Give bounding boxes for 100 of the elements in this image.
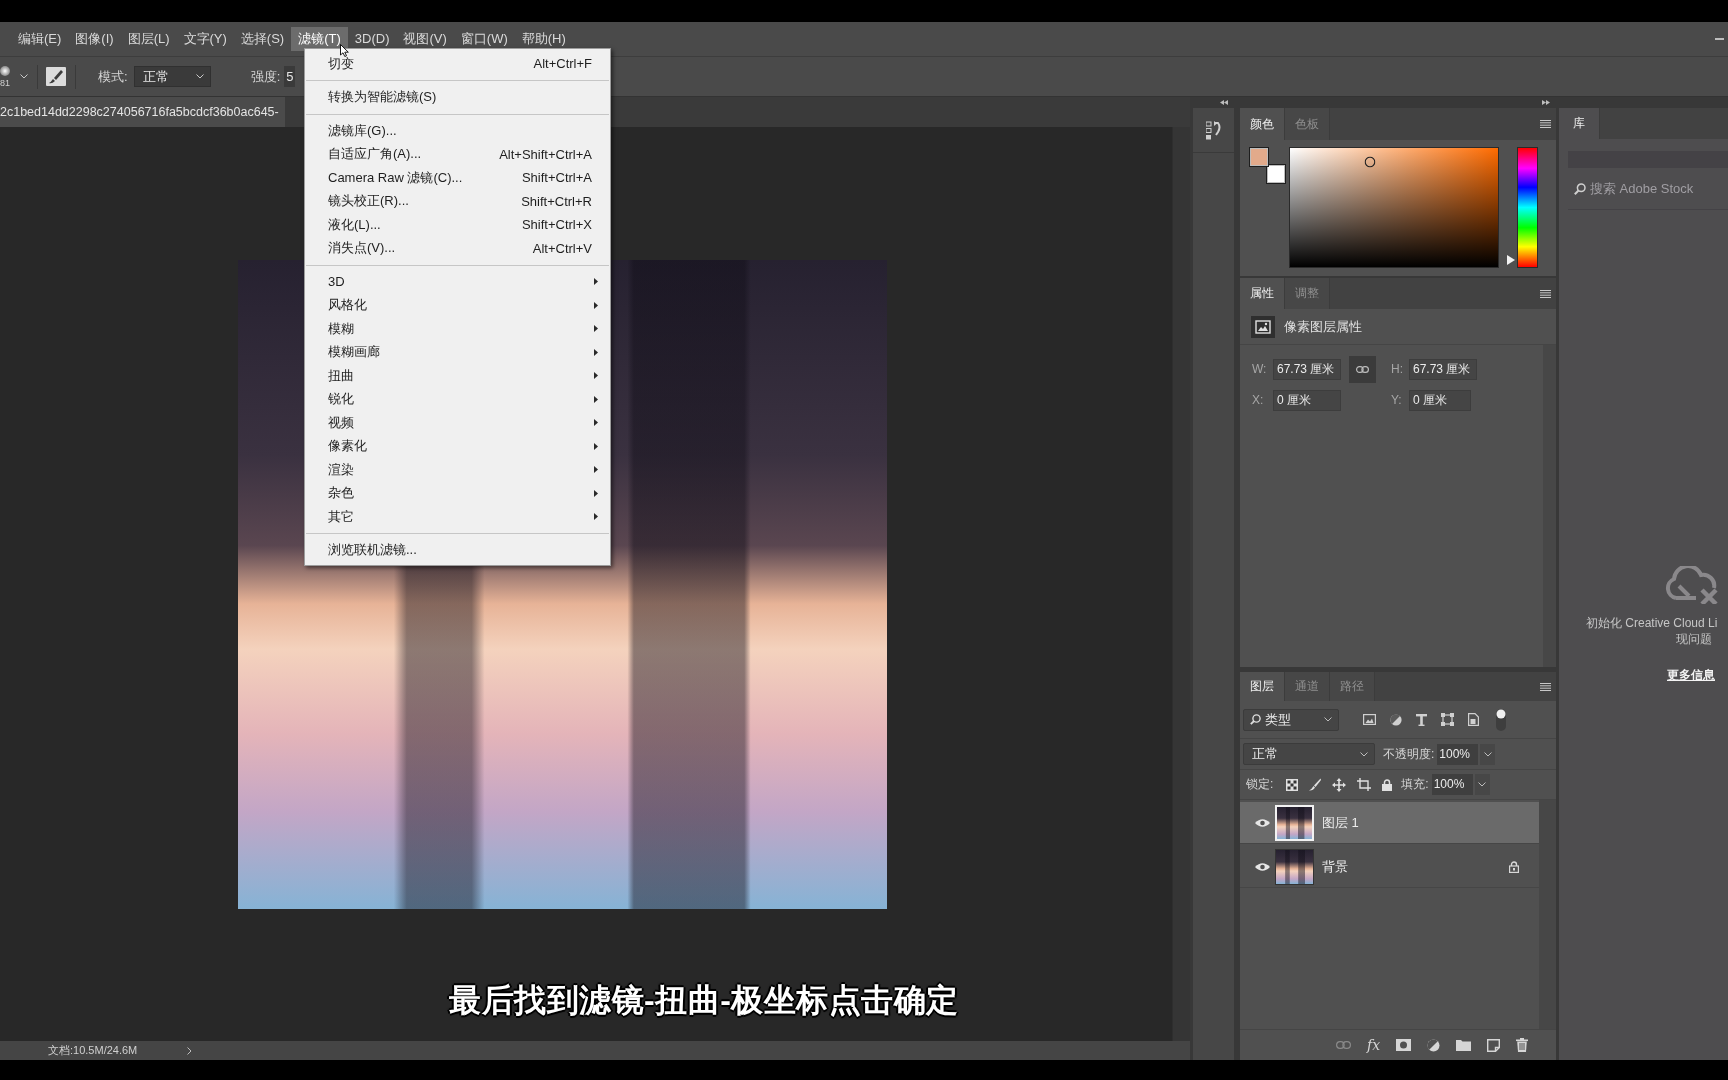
- scroll-track[interactable]: [1172, 127, 1190, 1041]
- layer-row[interactable]: 背景: [1240, 846, 1539, 888]
- menu-item[interactable]: 模糊画廊: [305, 340, 610, 364]
- history-icon[interactable]: [1206, 120, 1221, 140]
- foreground-color-swatch[interactable]: [1249, 147, 1269, 167]
- layer-name: 图层 1: [1322, 813, 1359, 832]
- search-field[interactable]: 搜索 Adobe Stock: [1568, 168, 1728, 210]
- shape-icon[interactable]: [1441, 713, 1454, 726]
- panel-tab[interactable]: 颜色: [1240, 108, 1285, 140]
- panel-menu-icon[interactable]: [1540, 289, 1551, 298]
- brush-tip-icon[interactable]: [0, 65, 10, 76]
- document-tab[interactable]: 2c1bed14dd2298c274056716fa5bcdcf36b0ac645-: [0, 97, 285, 127]
- link-dimensions-button[interactable]: [1349, 355, 1376, 383]
- eye-icon[interactable]: [1255, 817, 1270, 828]
- menu-bar-item[interactable]: 编辑(E): [11, 27, 69, 51]
- trash-icon[interactable]: [1516, 1038, 1529, 1052]
- menu-item[interactable]: 其它: [305, 505, 610, 529]
- menu-bar-item[interactable]: 图层(L): [120, 27, 177, 51]
- contrast-icon[interactable]: [1427, 1038, 1441, 1052]
- strength-field[interactable]: 5: [284, 66, 296, 87]
- panel-menu-icon[interactable]: [1540, 682, 1551, 691]
- menu-item[interactable]: 锐化: [305, 387, 610, 411]
- menu-item[interactable]: Camera Raw 滤镜(C)... Shift+Ctrl+A: [305, 166, 610, 190]
- panel-tab[interactable]: 库: [1559, 108, 1600, 139]
- blend-mode-dropdown[interactable]: 正常: [1243, 743, 1375, 765]
- submenu-arrow-icon: [594, 419, 598, 427]
- text-icon[interactable]: [1416, 713, 1427, 726]
- menu-item[interactable]: 扭曲: [305, 364, 610, 388]
- chevron-icon[interactable]: [187, 1046, 193, 1055]
- hue-slider-thumb[interactable]: [1507, 254, 1515, 265]
- menu-item[interactable]: 渲染: [305, 458, 610, 482]
- opacity-label: 不透明度:: [1383, 745, 1435, 763]
- submenu-arrow-icon: [594, 513, 598, 521]
- menu-item[interactable]: 3D: [305, 270, 610, 294]
- fill-field[interactable]: 100%: [1431, 774, 1473, 795]
- submenu-arrow-icon: [594, 325, 598, 333]
- menu-item[interactable]: 消失点(V)... Alt+Ctrl+V: [305, 236, 610, 260]
- brush-icon[interactable]: [1309, 778, 1322, 791]
- toggle-switch-icon[interactable]: [1496, 708, 1506, 731]
- dimension-field[interactable]: 0 厘米: [1273, 389, 1341, 411]
- menu-item[interactable]: 切变 Alt+Ctrl+F: [305, 52, 610, 76]
- menu-item[interactable]: 转换为智能滤镜(S): [305, 85, 610, 109]
- chevron-icon[interactable]: [20, 74, 28, 79]
- menu-bar-item[interactable]: 窗口(W): [453, 27, 515, 51]
- menu-bar-item[interactable]: 视图(V): [396, 27, 454, 51]
- menu-bar-item[interactable]: 3D(D): [347, 27, 397, 51]
- mask-icon[interactable]: [1396, 1039, 1412, 1051]
- color-field[interactable]: [1289, 147, 1499, 268]
- hue-slider[interactable]: [1507, 147, 1538, 268]
- page-icon[interactable]: [1487, 1038, 1501, 1052]
- menu-item[interactable]: 模糊: [305, 317, 610, 341]
- menu-item[interactable]: 液化(L)... Shift+Ctrl+X: [305, 213, 610, 237]
- menu-item[interactable]: 自适应广角(A)... Alt+Shift+Ctrl+A: [305, 142, 610, 166]
- message-text: 现问题: [1676, 631, 1712, 647]
- layer-row[interactable]: 图层 1: [1240, 802, 1539, 844]
- mouse-pointer-icon: [340, 44, 349, 57]
- move-icon[interactable]: [1332, 777, 1347, 792]
- menu-bar-item[interactable]: 滤镜(T): [291, 27, 348, 51]
- background-color-swatch[interactable]: [1266, 164, 1286, 184]
- menu-bar-item[interactable]: 图像(I): [68, 27, 121, 51]
- crop-icon[interactable]: [1357, 778, 1372, 791]
- dimension-field[interactable]: 67.73 厘米: [1409, 358, 1477, 380]
- message-text: 初始化 Creative Cloud Li: [1586, 615, 1718, 631]
- chevron-icon: [1360, 751, 1368, 757]
- menu-item[interactable]: 滤镜库(G)...: [305, 119, 610, 143]
- layer-filter-dropdown[interactable]: 类型: [1243, 708, 1339, 731]
- document-icon[interactable]: [1468, 713, 1479, 726]
- eye-icon[interactable]: [1255, 861, 1270, 872]
- folder-icon[interactable]: [1456, 1039, 1472, 1051]
- menu-bar-item[interactable]: 帮助(H): [514, 27, 573, 51]
- scroll-track[interactable]: [1539, 800, 1556, 1029]
- layer-style-button[interactable]: fx: [1367, 1037, 1381, 1053]
- menu-item[interactable]: 像素化: [305, 434, 610, 458]
- mode-dropdown[interactable]: 正常: [133, 66, 211, 87]
- menu-item[interactable]: 风格化: [305, 293, 610, 317]
- dimension-field[interactable]: 0 厘米: [1409, 389, 1471, 411]
- submenu-arrow-icon: [594, 466, 598, 474]
- lock-icon[interactable]: [1382, 778, 1393, 791]
- collapse-icon[interactable]: [1220, 100, 1228, 105]
- brush-icon[interactable]: [46, 67, 66, 86]
- chevron-icon: [195, 74, 204, 79]
- picker-ring-icon[interactable]: [1364, 156, 1376, 168]
- panel-tab[interactable]: 属性: [1240, 278, 1285, 309]
- dimension-field[interactable]: 67.73 厘米: [1273, 358, 1341, 380]
- menu-item[interactable]: 杂色: [305, 481, 610, 505]
- menu-bar-item[interactable]: 文字(Y): [176, 27, 234, 51]
- menu-item[interactable]: 镜头校正(R)... Shift+Ctrl+R: [305, 189, 610, 213]
- panel-tab[interactable]: 图层: [1240, 672, 1285, 701]
- image-icon[interactable]: [1363, 714, 1376, 725]
- menu-item[interactable]: 视频: [305, 411, 610, 435]
- expand-icon[interactable]: [1542, 100, 1550, 105]
- panel-menu-icon[interactable]: [1540, 120, 1551, 128]
- opacity-field[interactable]: 100%: [1437, 743, 1479, 765]
- menu-item[interactable]: 浏览联机滤镜...: [305, 538, 610, 562]
- more-info-link[interactable]: 更多信息: [1667, 667, 1715, 684]
- contrast-icon[interactable]: [1390, 713, 1402, 726]
- panel-heading: 像素图层属性: [1284, 317, 1362, 336]
- menu-bar-item[interactable]: 选择(S): [233, 27, 292, 51]
- scroll-track[interactable]: [1543, 345, 1556, 667]
- checkerboard-icon[interactable]: [1286, 778, 1299, 791]
